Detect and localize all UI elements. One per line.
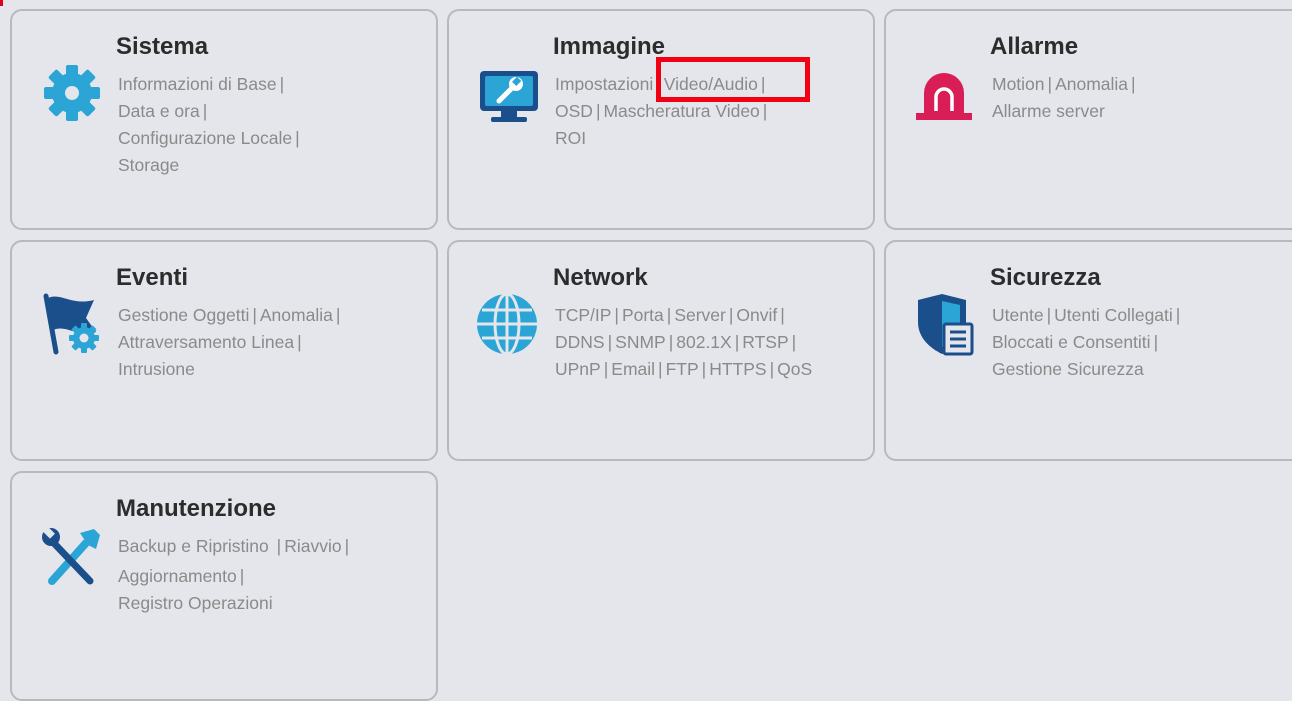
link-bloccati-e-consentiti[interactable]: Bloccati e Consentiti	[992, 332, 1151, 352]
link-gestione-sicurezza[interactable]: Gestione Sicurezza	[992, 359, 1144, 379]
highlight-box	[656, 57, 810, 102]
link-ddns[interactable]: DDNS	[555, 332, 605, 352]
separator: |	[202, 101, 208, 121]
separator: |	[239, 566, 245, 586]
shield-document-icon	[918, 294, 974, 356]
link-onvif[interactable]: Onvif	[736, 305, 777, 325]
separator: |	[344, 536, 350, 556]
card-links: Motion | Anomalia | Allarme server	[992, 71, 1139, 125]
separator: |	[1047, 74, 1053, 94]
separator: |	[780, 305, 785, 325]
link-osd[interactable]: OSD	[555, 101, 593, 121]
card-links: Utente | Utenti Collegati | Bloccati e Cons…	[992, 302, 1183, 383]
separator: |	[595, 101, 601, 121]
separator: |	[603, 359, 609, 379]
separator: |	[728, 305, 734, 325]
link-motion[interactable]: Motion	[992, 74, 1045, 94]
card-links: Informazioni di Base | Data e ora | Config…	[118, 71, 303, 179]
link-qos[interactable]: QoS	[777, 359, 812, 379]
link-tcp-ip[interactable]: TCP/IP	[555, 305, 611, 325]
globe-icon	[477, 292, 537, 356]
separator: |	[297, 332, 302, 352]
tools-icon	[42, 526, 100, 585]
separator: |	[668, 332, 674, 352]
link-porta[interactable]: Porta	[622, 305, 664, 325]
separator: |	[252, 305, 257, 325]
card-sicurezza[interactable]: Sicurezza Utente | Utenti Collegati | Blocc…	[884, 240, 1292, 461]
separator: |	[276, 536, 282, 556]
separator: |	[335, 305, 341, 325]
separator: |	[791, 332, 797, 352]
card-title[interactable]: Network	[553, 264, 648, 292]
monitor-wrench-icon	[480, 71, 538, 122]
link-gestione-oggetti[interactable]: Gestione Oggetti	[118, 305, 249, 325]
gear-icon	[44, 65, 100, 121]
flag-gear-icon	[43, 293, 99, 355]
separator: |	[607, 332, 613, 352]
separator: |	[1175, 305, 1181, 325]
link-802-1x[interactable]: 802.1X	[676, 332, 731, 352]
link-storage[interactable]: Storage	[118, 155, 179, 175]
separator: |	[1153, 332, 1159, 352]
link-riavvio[interactable]: Riavvio	[284, 536, 341, 556]
link-utenti-collegati[interactable]: Utenti Collegati	[1054, 305, 1173, 325]
link-informazioni-di-base[interactable]: Informazioni di Base	[118, 74, 277, 94]
link-mascheratura-video[interactable]: Mascheratura Video	[603, 101, 759, 121]
alarm-siren-icon	[916, 73, 972, 120]
link-aggiornamento[interactable]: Aggiornamento	[118, 566, 237, 586]
link-email[interactable]: Email	[611, 359, 655, 379]
card-links: Backup e Ripristino | Riavvio | Aggiorname…	[118, 533, 352, 617]
separator: |	[1131, 74, 1136, 94]
link-registro-operazioni[interactable]: Registro Operazioni	[118, 593, 273, 613]
card-allarme[interactable]: Allarme Motion | Anomalia | Allarme server	[884, 9, 1292, 230]
card-eventi[interactable]: Eventi Gestione Oggetti | Anomalia | Attrav…	[10, 240, 438, 461]
card-network[interactable]: Network TCP/IP | Porta | Server | Onvif | DDNS |…	[447, 240, 875, 461]
card-links: Gestione Oggetti | Anomalia | Attraversamen…	[118, 302, 343, 383]
link-rtsp[interactable]: RTSP	[742, 332, 788, 352]
link-intrusione[interactable]: Intrusione	[118, 359, 195, 379]
link-configurazione-locale[interactable]: Configurazione Locale	[118, 128, 292, 148]
separator: |	[734, 332, 740, 352]
link-anomalia[interactable]: Anomalia	[1055, 74, 1128, 94]
link-upnp[interactable]: UPnP	[555, 359, 601, 379]
card-title[interactable]: Sistema	[116, 33, 208, 61]
link-utente[interactable]: Utente	[992, 305, 1044, 325]
separator: |	[701, 359, 707, 379]
link-anomalia[interactable]: Anomalia	[260, 305, 333, 325]
link-attraversamento-linea[interactable]: Attraversamento Linea	[118, 332, 294, 352]
separator: |	[295, 128, 300, 148]
card-title[interactable]: Manutenzione	[116, 495, 276, 523]
link-impostazioni[interactable]: Impostazioni	[555, 74, 653, 94]
card-title[interactable]: Immagine	[553, 33, 665, 61]
card-links: TCP/IP | Porta | Server | Onvif | DDNS | SNMP | 802…	[555, 302, 812, 383]
separator: |	[614, 305, 619, 325]
link-allarme-server[interactable]: Allarme server	[992, 101, 1105, 121]
card-title[interactable]: Allarme	[990, 33, 1078, 61]
separator: |	[762, 101, 768, 121]
separator: |	[666, 305, 672, 325]
link-https[interactable]: HTTPS	[709, 359, 766, 379]
separator: |	[769, 359, 775, 379]
link-data-e-ora[interactable]: Data e ora	[118, 101, 200, 121]
separator: |	[279, 74, 285, 94]
card-title[interactable]: Sicurezza	[990, 264, 1101, 292]
card-manutenzione[interactable]: Manutenzione Backup e Ripristino | Riavvi…	[10, 471, 438, 701]
link-server[interactable]: Server	[674, 305, 726, 325]
card-sistema[interactable]: Sistema Informazioni di Base | Data e ora…	[10, 9, 438, 230]
corner-mark	[0, 0, 3, 6]
link-snmp[interactable]: SNMP	[615, 332, 666, 352]
link-backup-e-ripristino[interactable]: Backup e Ripristino	[118, 536, 274, 556]
card-title[interactable]: Eventi	[116, 264, 188, 292]
separator: |	[658, 359, 663, 379]
link-roi[interactable]: ROI	[555, 128, 586, 148]
card-immagine[interactable]: Immagine Impostazioni | Video/Audio | OSD | M…	[447, 9, 875, 230]
separator: |	[1046, 305, 1052, 325]
link-ftp[interactable]: FTP	[666, 359, 699, 379]
